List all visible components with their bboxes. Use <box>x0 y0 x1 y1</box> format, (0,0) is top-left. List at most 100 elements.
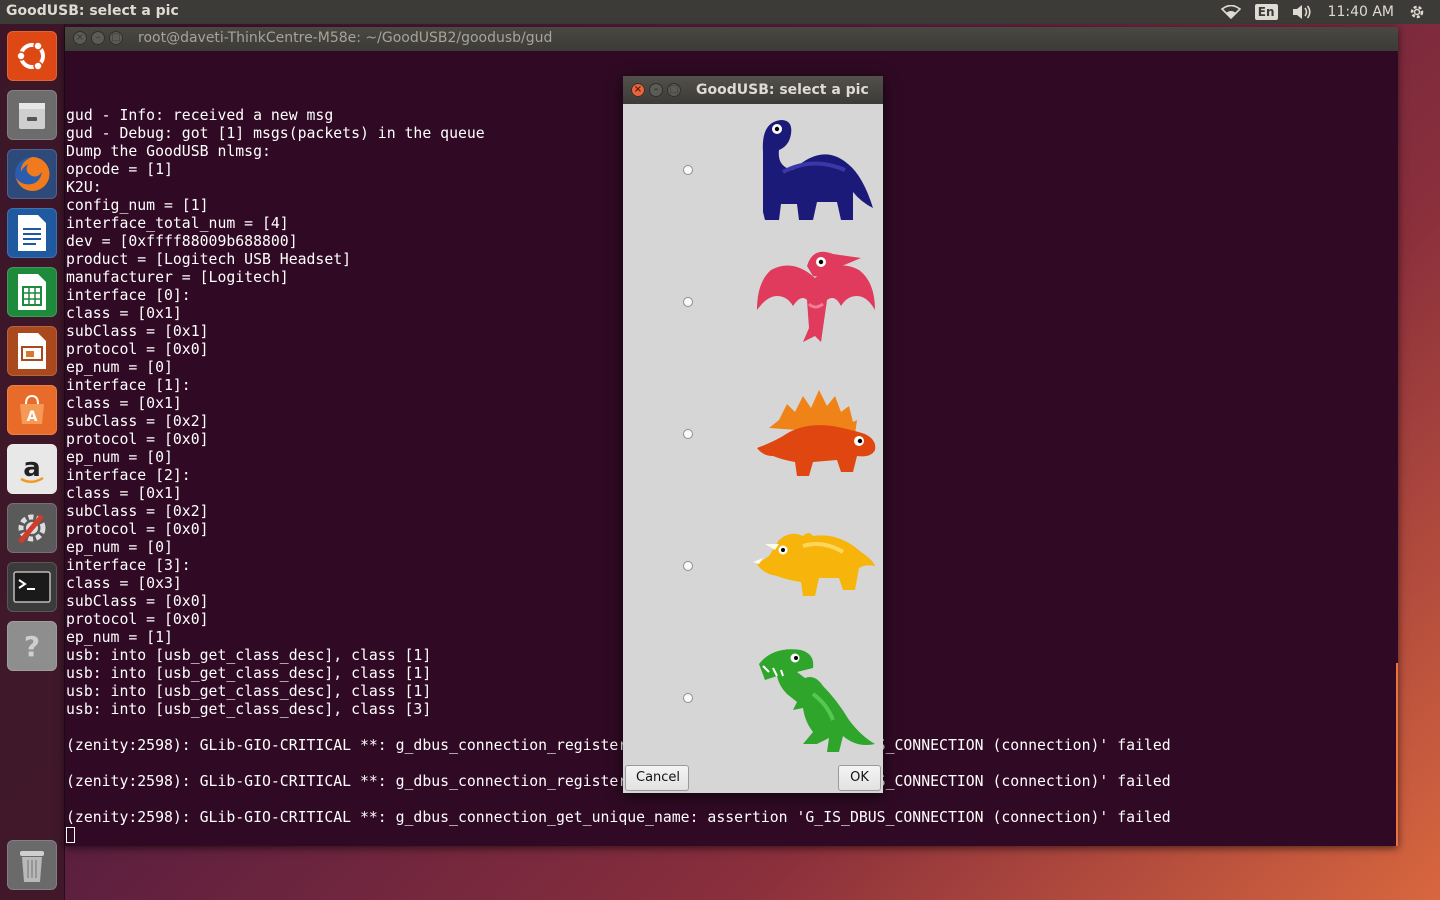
close-icon: × <box>633 84 643 95</box>
trash-icon <box>16 845 48 885</box>
keyboard-language-indicator[interactable]: En <box>1254 4 1278 20</box>
maximize-icon: □ <box>669 84 679 95</box>
pink-pterodactyl-icon <box>753 248 878 352</box>
firefox-icon <box>12 154 52 194</box>
ok-button[interactable]: OK <box>838 765 881 791</box>
terminal-line: usb: into [usb_get_class_desc], class [1… <box>66 665 432 682</box>
terminal-line: interface [0]: <box>66 287 191 304</box>
svg-text:?: ? <box>24 630 40 663</box>
launcher-impress[interactable] <box>7 326 57 376</box>
terminal-maximize-button[interactable]: □ <box>109 31 123 45</box>
launcher-dash[interactable] <box>7 31 57 81</box>
terminal-line: (zenity:2598): GLib-GIO-CRITICAL **: g_d… <box>66 773 1171 790</box>
dialog-maximize-button[interactable]: □ <box>667 83 681 97</box>
terminal-line: config_num = [1] <box>66 197 209 214</box>
svg-text:a: a <box>23 453 41 483</box>
terminal-line: interface_total_num = [4] <box>66 215 289 232</box>
pic-option-5[interactable] <box>623 632 883 764</box>
terminal-line: usb: into [usb_get_class_desc], class [3… <box>66 701 432 718</box>
pic-radio-1[interactable] <box>683 165 693 175</box>
terminal-line: product = [Logitech USB Headset] <box>66 251 352 268</box>
file-cabinet-icon <box>14 97 50 133</box>
indicator-area: En 11:40 AM <box>1220 0 1440 24</box>
terminal-line: dev = [0xffff88009b688800] <box>66 233 298 250</box>
orange-stegosaurus-icon <box>753 386 878 486</box>
terminal-line: subClass = [0x2] <box>66 413 209 430</box>
terminal-line: class = [0x1] <box>66 305 182 322</box>
wifi-icon[interactable] <box>1220 5 1241 19</box>
maximize-icon: □ <box>111 32 121 43</box>
launcher-trash[interactable] <box>7 840 57 890</box>
blue-dinosaur-icon <box>753 112 878 228</box>
clock[interactable]: 11:40 AM <box>1328 4 1394 20</box>
cancel-button[interactable]: Cancel <box>625 765 689 791</box>
green-trex-icon <box>753 644 878 758</box>
dialog-title: GoodUSB: select a pic <box>696 82 869 98</box>
launcher-terminal[interactable] <box>7 562 57 612</box>
pic-option-2[interactable] <box>623 236 883 368</box>
launcher-files[interactable] <box>7 90 57 140</box>
terminal-cursor <box>66 827 75 843</box>
terminal-line: protocol = [0x0] <box>66 341 209 358</box>
launcher: A a ? <box>0 24 65 900</box>
top-panel: GoodUSB: select a pic En 11:40 AM <box>0 0 1440 24</box>
launcher-system-settings[interactable] <box>7 503 57 553</box>
svg-text:A: A <box>27 409 38 425</box>
minimize-icon: – <box>653 84 659 95</box>
launcher-amazon[interactable]: a <box>7 444 57 494</box>
pic-radio-4[interactable] <box>683 561 693 571</box>
pic-radio-2[interactable] <box>683 297 693 307</box>
terminal-output[interactable]: gud - Info: received a new msg gud - Debu… <box>66 107 1171 845</box>
close-icon: × <box>75 32 85 43</box>
active-window-title: GoodUSB: select a pic <box>6 3 179 19</box>
launcher-help[interactable]: ? <box>7 621 57 671</box>
terminal-line: class = [0x1] <box>66 395 182 412</box>
terminal-line: manufacturer = [Logitech] <box>66 269 289 286</box>
launcher-writer[interactable] <box>7 208 57 258</box>
terminal-line: Dump the GoodUSB nlmsg: <box>66 143 271 160</box>
terminal-line: gud - Debug: got [1] msgs(packets) in th… <box>66 125 485 142</box>
help-icon: ? <box>14 628 50 664</box>
launcher-firefox[interactable] <box>7 149 57 199</box>
terminal-line: K2U: <box>66 179 102 196</box>
terminal-line: interface [2]: <box>66 467 191 484</box>
terminal-prompt-line <box>66 827 1171 845</box>
dialog-close-button[interactable]: × <box>631 83 645 97</box>
power-gear-icon[interactable] <box>1408 3 1426 21</box>
writer-icon <box>14 213 50 253</box>
launcher-calc[interactable] <box>7 267 57 317</box>
terminal-line: ep_num = [0] <box>66 539 173 556</box>
terminal-close-button[interactable]: × <box>73 31 87 45</box>
terminal-title: root@daveti-ThinkCentre-M58e: ~/GoodUSB2… <box>138 30 553 46</box>
pic-option-3[interactable] <box>623 368 883 500</box>
terminal-line: opcode = [1] <box>66 161 173 178</box>
pic-option-1[interactable] <box>623 104 883 236</box>
terminal-line: usb: into [usb_get_class_desc], class [1… <box>66 683 432 700</box>
pic-radio-5[interactable] <box>683 693 693 703</box>
terminal-line: gud - Info: received a new msg <box>66 107 334 124</box>
pic-option-4[interactable] <box>623 500 883 632</box>
terminal-line: interface [3]: <box>66 557 191 574</box>
yellow-triceratops-icon <box>753 526 878 610</box>
calc-icon <box>14 272 50 312</box>
software-center-icon: A <box>14 392 50 428</box>
terminal-titlebar[interactable]: × – □ root@daveti-ThinkCentre-M58e: ~/Go… <box>65 27 1398 51</box>
ubuntu-logo-icon <box>14 38 50 74</box>
terminal-line: protocol = [0x0] <box>66 431 209 448</box>
terminal-minimize-button[interactable]: – <box>91 31 105 45</box>
terminal-line: subClass = [0x1] <box>66 323 209 340</box>
terminal-line: ep_num = [0] <box>66 449 173 466</box>
terminal-scrollbar[interactable] <box>1396 663 1398 846</box>
minimize-icon: – <box>95 32 101 43</box>
pic-radio-3[interactable] <box>683 429 693 439</box>
dialog-titlebar[interactable]: × – □ GoodUSB: select a pic <box>623 76 883 104</box>
terminal-line: usb: into [usb_get_class_desc], class [1… <box>66 647 432 664</box>
terminal-line: protocol = [0x0] <box>66 521 209 538</box>
dialog-minimize-button[interactable]: – <box>649 83 663 97</box>
terminal-line: (zenity:2598): GLib-GIO-CRITICAL **: g_d… <box>66 737 1171 754</box>
settings-icon <box>12 508 52 548</box>
volume-icon[interactable] <box>1292 4 1314 20</box>
launcher-software-center[interactable]: A <box>7 385 57 435</box>
